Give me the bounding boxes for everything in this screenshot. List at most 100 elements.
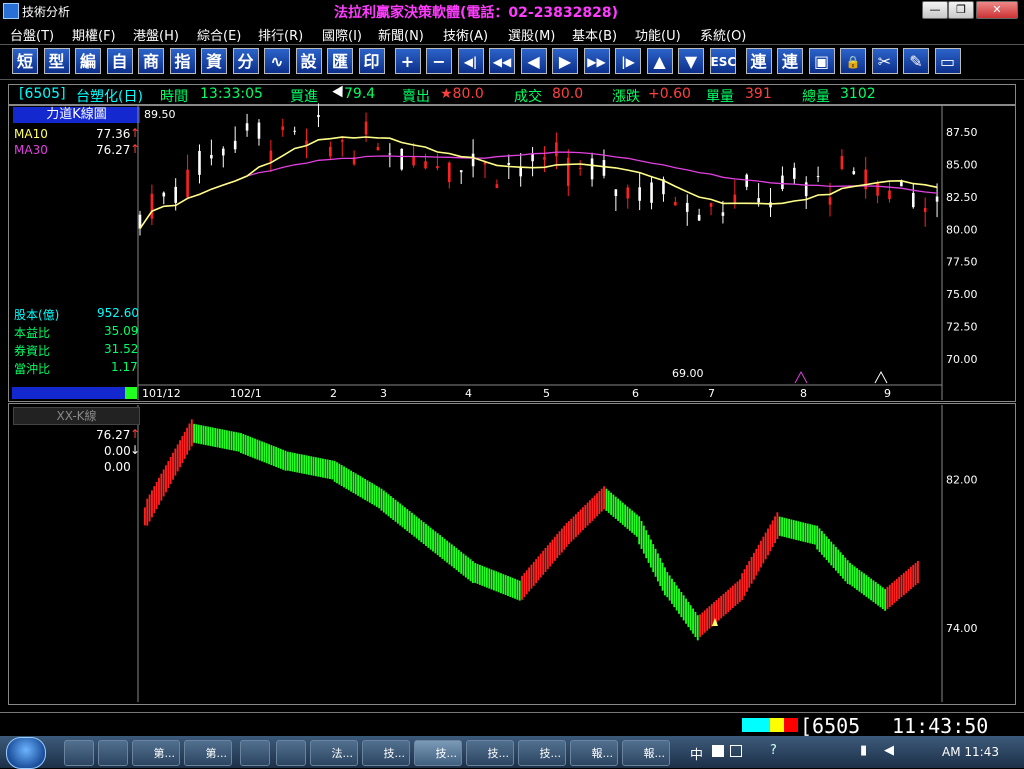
candle bbox=[697, 208, 701, 222]
candle bbox=[828, 182, 832, 217]
taskbar-chrome-button[interactable] bbox=[240, 740, 270, 766]
candle bbox=[626, 184, 630, 209]
candle bbox=[305, 128, 308, 159]
candle bbox=[531, 146, 534, 177]
upper-x-tick: 102/1 bbox=[230, 387, 262, 400]
candle bbox=[257, 119, 261, 146]
xx-arrow-up-icon: ↑ bbox=[130, 427, 141, 441]
candle bbox=[483, 160, 487, 179]
candle bbox=[138, 210, 142, 236]
upper-x-tick: 6 bbox=[632, 387, 639, 400]
taskbar-word1-button[interactable]: 第... bbox=[132, 740, 180, 766]
xx-arrow-down-icon: ↓ bbox=[130, 443, 141, 457]
candle bbox=[388, 143, 392, 168]
candle bbox=[566, 149, 570, 196]
xx-k-panel-title[interactable]: XX-K線 bbox=[13, 407, 140, 425]
upper-x-ticks: 101/12 102/1 2 3 4 5 6 7 8 9 bbox=[142, 387, 891, 400]
status-color-3 bbox=[770, 718, 784, 732]
candle bbox=[448, 161, 451, 189]
upper-x-tick: 3 bbox=[380, 387, 387, 400]
upper-y-tick: 72.50 bbox=[946, 321, 978, 334]
candle bbox=[709, 202, 713, 216]
taskbar-app4-button[interactable]: 技... bbox=[466, 740, 514, 766]
status-clock: 11:43:50 bbox=[892, 714, 989, 738]
candle bbox=[888, 181, 891, 203]
candle bbox=[519, 152, 522, 187]
candle bbox=[555, 132, 558, 170]
start-button[interactable] bbox=[6, 737, 46, 769]
upper-y-tick: 87.50 bbox=[946, 126, 978, 139]
taskbar-folder-button[interactable] bbox=[64, 740, 94, 766]
help-icon[interactable]: ? bbox=[770, 743, 777, 758]
status-code-input[interactable]: [6505_ bbox=[800, 714, 872, 738]
candle bbox=[781, 166, 784, 192]
candle bbox=[233, 126, 237, 153]
candle bbox=[590, 152, 594, 187]
candle bbox=[376, 142, 380, 151]
candle bbox=[412, 143, 415, 168]
candle bbox=[816, 166, 820, 183]
candle bbox=[721, 200, 725, 224]
high-price-label: 89.50 bbox=[144, 108, 176, 121]
candle bbox=[281, 118, 285, 137]
taskbar-clock: AM 11:43 bbox=[942, 745, 999, 759]
status-color-4 bbox=[784, 718, 798, 732]
upper-x-tick: 5 bbox=[543, 387, 550, 400]
candle bbox=[733, 179, 737, 209]
upper-y-tick: 80.00 bbox=[946, 223, 978, 236]
taskbar-word2-button[interactable]: 第... bbox=[184, 740, 232, 766]
ime-width-icon[interactable] bbox=[730, 745, 742, 757]
candle bbox=[804, 176, 808, 209]
candle bbox=[852, 167, 856, 175]
ime-mode-icon[interactable] bbox=[712, 745, 724, 757]
upper-y-tick: 85.00 bbox=[946, 158, 978, 171]
candle bbox=[436, 153, 439, 171]
candle bbox=[685, 194, 689, 226]
upper-x-tick: 9 bbox=[884, 387, 891, 400]
candle bbox=[210, 139, 213, 166]
taskbar-app6-button[interactable]: 報... bbox=[570, 740, 618, 766]
candle bbox=[495, 179, 499, 189]
upper-x-tick: 2 bbox=[330, 387, 337, 400]
taskbar-app2-button[interactable]: 技... bbox=[362, 740, 410, 766]
taskbar-app3-button[interactable]: 技... bbox=[414, 740, 462, 766]
taskbar-ie-button[interactable] bbox=[276, 740, 306, 766]
upper-y-tick: 70.00 bbox=[946, 353, 978, 366]
candle bbox=[602, 149, 606, 179]
xx-k-panel bbox=[8, 403, 1016, 705]
ma-cross-marker-icon bbox=[874, 370, 888, 384]
ma-cross-marker-icon bbox=[794, 370, 808, 384]
candle bbox=[269, 139, 273, 172]
candle bbox=[150, 184, 154, 226]
volume-icon[interactable]: ◀ bbox=[884, 743, 894, 758]
upper-y-tick: 77.50 bbox=[946, 256, 978, 269]
taskbar-media-button[interactable] bbox=[98, 740, 128, 766]
candle bbox=[198, 144, 201, 184]
taskbar-app7-button[interactable]: 報... bbox=[622, 740, 670, 766]
ime-indicator[interactable]: 中 bbox=[690, 744, 703, 763]
candle bbox=[911, 183, 915, 209]
candle bbox=[400, 148, 404, 171]
candle bbox=[459, 170, 463, 184]
candle bbox=[317, 103, 320, 128]
candle bbox=[769, 187, 772, 217]
taskbar-app1-button[interactable]: 法... bbox=[310, 740, 358, 766]
upper-y-ticks: 87.50 85.00 82.50 80.00 77.50 75.00 72.50 70.00 bbox=[946, 126, 978, 366]
candle bbox=[293, 126, 296, 135]
taskbar-app5-button[interactable]: 技... bbox=[518, 740, 566, 766]
candle bbox=[424, 153, 427, 170]
network-icon[interactable]: ▮ bbox=[860, 743, 867, 758]
candle bbox=[864, 156, 867, 199]
status-color-1 bbox=[742, 718, 756, 732]
candle bbox=[614, 189, 618, 211]
upper-x-tick: 4 bbox=[465, 387, 472, 400]
xx-value-3: 0.00 bbox=[104, 460, 131, 474]
candle bbox=[340, 135, 344, 157]
candle bbox=[221, 146, 225, 168]
upper-x-tick: 101/12 bbox=[142, 387, 181, 400]
candle bbox=[245, 113, 249, 137]
candle bbox=[162, 191, 166, 205]
upper-x-tick: 8 bbox=[800, 387, 807, 400]
candle bbox=[186, 154, 189, 200]
candle bbox=[876, 180, 879, 204]
